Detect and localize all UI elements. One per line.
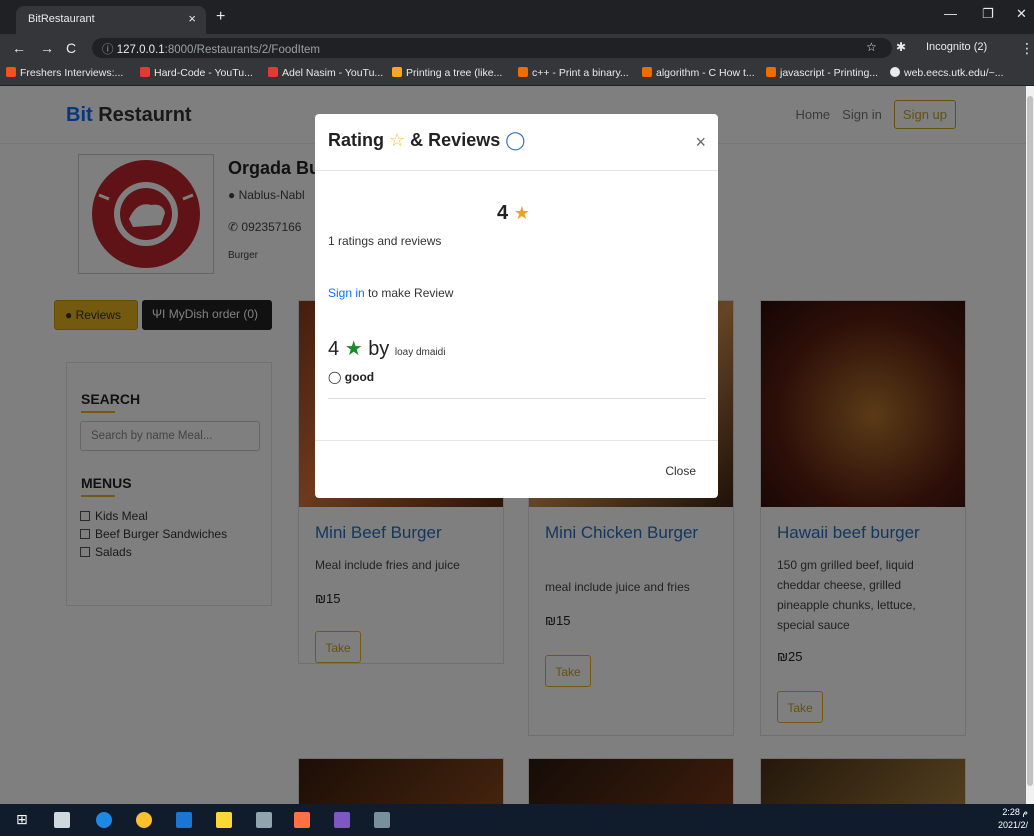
- app-icon[interactable]: [374, 812, 390, 828]
- close-window-icon[interactable]: ✕: [1016, 6, 1027, 22]
- back-icon[interactable]: ←: [12, 40, 26, 56]
- new-tab-icon[interactable]: +: [216, 8, 225, 26]
- modal-close-icon[interactable]: ×: [695, 132, 706, 153]
- modal-footer-divider: [315, 440, 718, 441]
- review-divider: [328, 398, 706, 399]
- forward-icon[interactable]: →: [40, 40, 54, 56]
- signin-link[interactable]: Sign in: [328, 286, 365, 300]
- page-scrollbar[interactable]: [1026, 86, 1034, 804]
- bookmarks-bar: Freshers Interviews:... Hard-Code - YouT…: [0, 62, 1034, 86]
- rating-reviews-modal: Rating ☆ & Reviews ◯ × 4 ★ 1 ratings and…: [315, 114, 718, 498]
- restore-icon[interactable]: ❐: [982, 6, 994, 22]
- bookmark-item[interactable]: Printing a tree (like...: [392, 67, 502, 79]
- codeblocks-icon[interactable]: [294, 812, 310, 828]
- chrome-icon[interactable]: [136, 812, 152, 828]
- tab-title: BitRestaurant: [28, 13, 95, 25]
- url-host: 127.0.0.1: [116, 44, 165, 56]
- url-path: :8000/Restaurants/2/FoodItem: [164, 44, 321, 56]
- windows-taskbar: ⊞ 2:28 م 2021/2/: [0, 804, 1034, 836]
- comment-bubble-icon: ◯: [328, 370, 342, 384]
- notes-icon[interactable]: [256, 812, 272, 828]
- modal-header-divider: [315, 170, 718, 171]
- tab-close-icon[interactable]: ×: [188, 11, 196, 26]
- tab-bitrestaurant[interactable]: BitRestaurant ×: [16, 6, 206, 34]
- star-icon: ☆: [389, 130, 406, 150]
- file-explorer-icon[interactable]: [216, 812, 232, 828]
- bookmark-item[interactable]: Freshers Interviews:...: [6, 67, 123, 79]
- bookmark-item[interactable]: Hard-Code - YouTu...: [140, 67, 253, 79]
- edge-icon[interactable]: [96, 812, 112, 828]
- average-rating: 4 ★: [497, 202, 530, 224]
- ratings-count: 1 ratings and reviews: [328, 234, 442, 248]
- extensions-icon[interactable]: ✱: [896, 40, 906, 54]
- page-content: Bit Restaurnt Home Sign in Sign up Orgad…: [0, 86, 1034, 804]
- mail-icon[interactable]: [176, 812, 192, 828]
- review-user: loay dmaidi: [394, 347, 446, 358]
- bookmark-item[interactable]: c++ - Print a binary...: [518, 67, 629, 79]
- url-input[interactable]: ⓘ 127.0.0.1:8000/Restaurants/2/FoodItem: [92, 38, 892, 58]
- signin-prompt: Sign in to make Review: [328, 286, 454, 300]
- modal-title: Rating ☆ & Reviews ◯: [328, 130, 526, 150]
- bookmark-star-icon[interactable]: ☆: [866, 40, 877, 54]
- address-bar-row: ← → C ⓘ 127.0.0.1:8000/Restaurants/2/Foo…: [0, 34, 1034, 62]
- bookmark-item[interactable]: javascript - Printing...: [766, 67, 878, 79]
- bookmark-item[interactable]: algorithm - C How t...: [642, 67, 755, 79]
- incognito-badge[interactable]: Incognito (2): [920, 39, 993, 57]
- star-icon: ★: [344, 338, 363, 360]
- store-icon[interactable]: [54, 812, 70, 828]
- phpstorm-icon[interactable]: [334, 812, 350, 828]
- minimize-icon[interactable]: —: [944, 6, 957, 21]
- modal-close-button[interactable]: Close: [665, 464, 696, 478]
- scrollbar-thumb[interactable]: [1027, 96, 1033, 786]
- star-icon: ★: [513, 203, 530, 223]
- windows-start-icon[interactable]: ⊞: [16, 811, 32, 827]
- bookmark-item[interactable]: Adel Nasim - YouTu...: [268, 67, 383, 79]
- review-comment: ◯ good: [328, 370, 375, 384]
- review-entry: 4 ★ by loay dmaidi: [328, 338, 446, 360]
- taskbar-clock[interactable]: 2:28 م 2021/2/: [998, 806, 1028, 832]
- reload-icon[interactable]: C: [66, 40, 76, 56]
- comment-bubble-icon: ◯: [505, 130, 526, 150]
- browser-tab-bar: BitRestaurant × + — ❐ ✕: [0, 0, 1034, 34]
- info-icon: ⓘ: [102, 44, 117, 56]
- menu-icon[interactable]: ⋮: [1020, 40, 1034, 57]
- bookmark-item[interactable]: web.eecs.utk.edu/~...: [890, 67, 1004, 79]
